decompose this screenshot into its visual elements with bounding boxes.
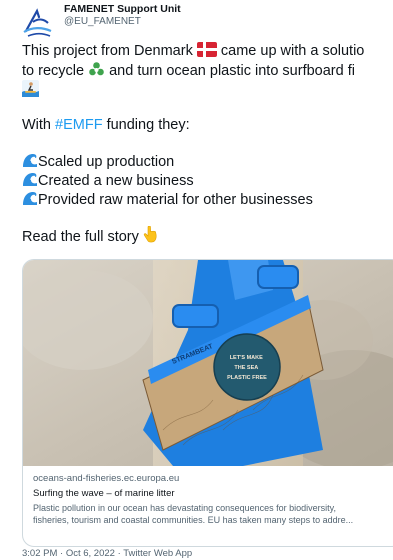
bullet-item: Provided raw material for other business… bbox=[22, 190, 393, 209]
tweet-timestamp[interactable]: 3:02 PM · Oct 6, 2022 · Twitter Web App bbox=[22, 548, 192, 559]
link-preview-card[interactable]: STRAMBEAT LET'S MAKE THE SEA PLASTIC FRE… bbox=[22, 259, 393, 547]
link-domain[interactable]: oceans-and-fisheries.ec.europa.eu bbox=[33, 472, 393, 485]
link-title[interactable]: Surfing the wave – of marine litter bbox=[33, 487, 393, 500]
author-handle[interactable]: @EU_FAMENET bbox=[64, 16, 181, 28]
bullet-item: Scaled up production bbox=[22, 152, 393, 171]
tweet-text: This project from Denmark came up with a… bbox=[22, 42, 393, 245]
famenet-logo-icon[interactable] bbox=[20, 5, 54, 39]
wave-icon bbox=[23, 192, 37, 205]
author-display-name[interactable]: FAMENET Support Unit bbox=[64, 3, 181, 16]
recycle-icon bbox=[89, 62, 104, 76]
article-thumbnail-image[interactable]: STRAMBEAT LET'S MAKE THE SEA PLASTIC FRE… bbox=[23, 260, 393, 466]
wave-icon bbox=[23, 154, 37, 167]
tweet-line bbox=[22, 80, 393, 99]
hashtag-link[interactable]: #EMFF bbox=[55, 117, 103, 133]
tweet-line: With #EMFF funding they: bbox=[22, 117, 190, 133]
tweet-header: FAMENET Support Unit @EU_FAMENET bbox=[20, 3, 181, 39]
bullet-item: Created a new business bbox=[22, 171, 393, 190]
tweet-line: This project from Denmark came up with a… bbox=[22, 42, 365, 59]
link-preview-meta[interactable]: oceans-and-fisheries.ec.europa.eu Surfin… bbox=[33, 472, 393, 526]
denmark-flag-icon bbox=[196, 42, 217, 57]
wave-icon bbox=[23, 173, 37, 186]
tweet-line: to recycle and turn ocean plastic into s… bbox=[22, 62, 355, 79]
link-description: Plastic pollution in our ocean has devas… bbox=[33, 503, 354, 525]
tweet-line: Read the full story bbox=[22, 226, 393, 245]
pointing-down-icon bbox=[143, 226, 157, 243]
surfer-icon bbox=[22, 80, 39, 97]
